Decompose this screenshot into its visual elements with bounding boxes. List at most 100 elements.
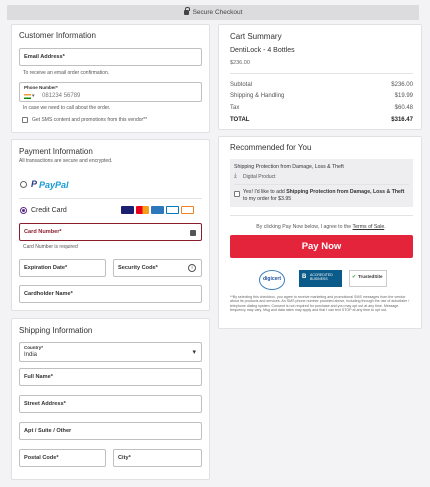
recommended-product-name: Shipping Protection from Damage, Loss & … xyxy=(234,164,344,170)
india-flag-icon[interactable] xyxy=(24,94,31,99)
shipping-label: Shipping & Handling xyxy=(230,93,285,99)
payment-info-title: Payment Information xyxy=(19,147,93,156)
card-number-error: Card Number is required xyxy=(23,244,78,250)
card-number-label: Card Number* xyxy=(24,229,62,235)
total-value: $316.47 xyxy=(391,117,413,123)
amex-icon xyxy=(151,206,164,214)
diners-club-icon xyxy=(166,206,179,214)
product-name: DentiLock - 4 Bottles xyxy=(230,47,295,54)
product-price: $236.00 xyxy=(230,60,250,66)
mastercard-icon xyxy=(136,206,149,214)
paypal-radio[interactable] xyxy=(20,181,27,188)
subtotal-label: Subtotal xyxy=(230,82,253,88)
postal-code-label: Postal Code* xyxy=(24,455,59,461)
country-select[interactable]: Country* India ▾ xyxy=(19,342,202,362)
city-field[interactable]: City* xyxy=(113,449,202,467)
postal-code-field[interactable]: Postal Code* xyxy=(19,449,106,467)
country-label: Country* xyxy=(24,345,43,350)
secure-checkout-label: Secure Checkout xyxy=(192,9,243,16)
cart-divider xyxy=(230,73,413,74)
info-icon[interactable]: i xyxy=(188,264,196,272)
payment-subtitle: All transactions are secure and encrypte… xyxy=(19,158,113,164)
full-name-field[interactable]: Full Name* xyxy=(19,368,202,386)
security-code-label: Security Code* xyxy=(118,265,158,271)
phone-hint: In case we need to call about the order. xyxy=(23,105,111,111)
expiration-label: Expiration Date* xyxy=(24,265,68,271)
security-code-field[interactable]: Security Code* i xyxy=(113,259,202,277)
chevron-down-icon: ▾ xyxy=(32,93,35,99)
email-label: Email Address* xyxy=(24,54,65,60)
total-label: TOTAL xyxy=(230,117,250,123)
city-label: City* xyxy=(118,455,131,461)
apt-suite-label: Apt / Suite / Other xyxy=(24,428,72,434)
recommended-product-type: Digital Product xyxy=(243,174,276,180)
credit-card-label: Credit Card xyxy=(31,207,67,214)
customer-info-title: Customer Information xyxy=(19,31,96,40)
cart-summary-card: Cart Summary DentiLock - 4 Bottles $236.… xyxy=(218,24,422,130)
recommended-product-box: Shipping Protection from Damage, Loss & … xyxy=(230,159,413,207)
subtotal-value: $236.00 xyxy=(391,82,413,88)
recommended-card: Recommended for You Shipping Protection … xyxy=(218,136,422,329)
tax-value: $60.48 xyxy=(394,105,413,111)
shipping-info-card: Shipping Information Country* India ▾ Fu… xyxy=(11,318,210,480)
credit-card-radio[interactable] xyxy=(20,207,27,214)
cardholder-label: Cardholder Name* xyxy=(24,291,73,297)
bbb-badge: B ACCREDITED BUSINESS xyxy=(299,270,342,287)
customer-info-card: Customer Information Email Address* To r… xyxy=(11,24,210,133)
secure-checkout-bar: Secure Checkout xyxy=(7,5,419,20)
chevron-down-icon: ▾ xyxy=(192,349,196,356)
lock-icon xyxy=(183,7,190,15)
subtotal-row: Subtotal $236.00 xyxy=(230,82,413,88)
email-hint: To receive an email order confirmation. xyxy=(23,70,110,76)
street-address-label: Street Address* xyxy=(24,401,66,407)
street-address-field[interactable]: Street Address* xyxy=(19,395,202,413)
phone-input[interactable]: 081234 56789 xyxy=(42,93,80,99)
shipping-info-title: Shipping Information xyxy=(19,326,93,335)
phone-field[interactable]: Phone Number* ▾ 081234 56789 xyxy=(19,82,202,102)
digicert-label: digicert xyxy=(262,276,282,282)
country-value: India xyxy=(24,352,38,358)
cart-summary-title: Cart Summary xyxy=(230,32,282,41)
full-name-label: Full Name* xyxy=(24,374,53,380)
sms-checkbox[interactable] xyxy=(22,117,28,123)
check-icon: ✔ xyxy=(352,274,357,280)
apt-suite-field[interactable]: Apt / Suite / Other xyxy=(19,422,202,440)
pay-now-label: Pay Now xyxy=(301,241,342,252)
sms-label: Get SMS content and promotions from this… xyxy=(32,117,148,123)
paypal-option[interactable]: P PayPal xyxy=(19,178,202,192)
tax-label: Tax xyxy=(230,105,240,111)
card-brands xyxy=(119,206,194,214)
recommended-title: Recommended for You xyxy=(230,143,312,152)
terms-text: By clicking Pay Now below, I agree to th… xyxy=(219,224,423,230)
sms-disclaimer: **By selecting this checkbox, you agree … xyxy=(230,295,410,313)
expiration-date-field[interactable]: Expiration Date* xyxy=(19,259,106,277)
card-number-field[interactable]: Card Number* xyxy=(19,223,202,241)
trustedsite-badge: ✔ TrustedSite xyxy=(349,270,387,287)
offer-bold: Shipping Protection from Damage, Loss & … xyxy=(286,189,405,195)
email-field[interactable]: Email Address* xyxy=(19,48,202,66)
payment-divider xyxy=(19,198,202,199)
terms-divider xyxy=(230,215,413,216)
paypal-logo-icon: P xyxy=(31,179,38,189)
terms-suffix: . xyxy=(384,224,386,230)
visa-icon xyxy=(121,206,134,214)
terms-prefix: By clicking Pay Now below, I agree to th… xyxy=(256,224,353,230)
cardholder-name-field[interactable]: Cardholder Name* xyxy=(19,285,202,303)
trustedsite-label: TrustedSite xyxy=(358,274,383,279)
total-row: TOTAL $316.47 xyxy=(230,117,413,123)
payment-info-card: Payment Information All transactions are… xyxy=(11,139,210,311)
pay-now-button[interactable]: Pay Now xyxy=(230,235,413,258)
lock-icon xyxy=(190,230,196,236)
shipping-protection-checkbox[interactable] xyxy=(234,191,240,197)
terms-of-sale-link[interactable]: Terms of Sale xyxy=(353,224,385,230)
discover-icon xyxy=(181,206,194,214)
shipping-value: $19.99 xyxy=(394,93,413,99)
digicert-badge: digicert xyxy=(259,270,285,290)
shipping-row: Shipping & Handling $19.99 xyxy=(230,93,413,99)
shipping-protection-offer[interactable]: Yes! I'd like to add Shipping Protection… xyxy=(243,189,409,203)
tax-row: Tax $60.48 xyxy=(230,105,413,111)
phone-label: Phone Number* xyxy=(24,85,58,90)
recommended-divider xyxy=(234,184,409,185)
bbb-logo-icon: B xyxy=(302,274,307,280)
credit-card-option[interactable]: Credit Card xyxy=(19,205,202,217)
